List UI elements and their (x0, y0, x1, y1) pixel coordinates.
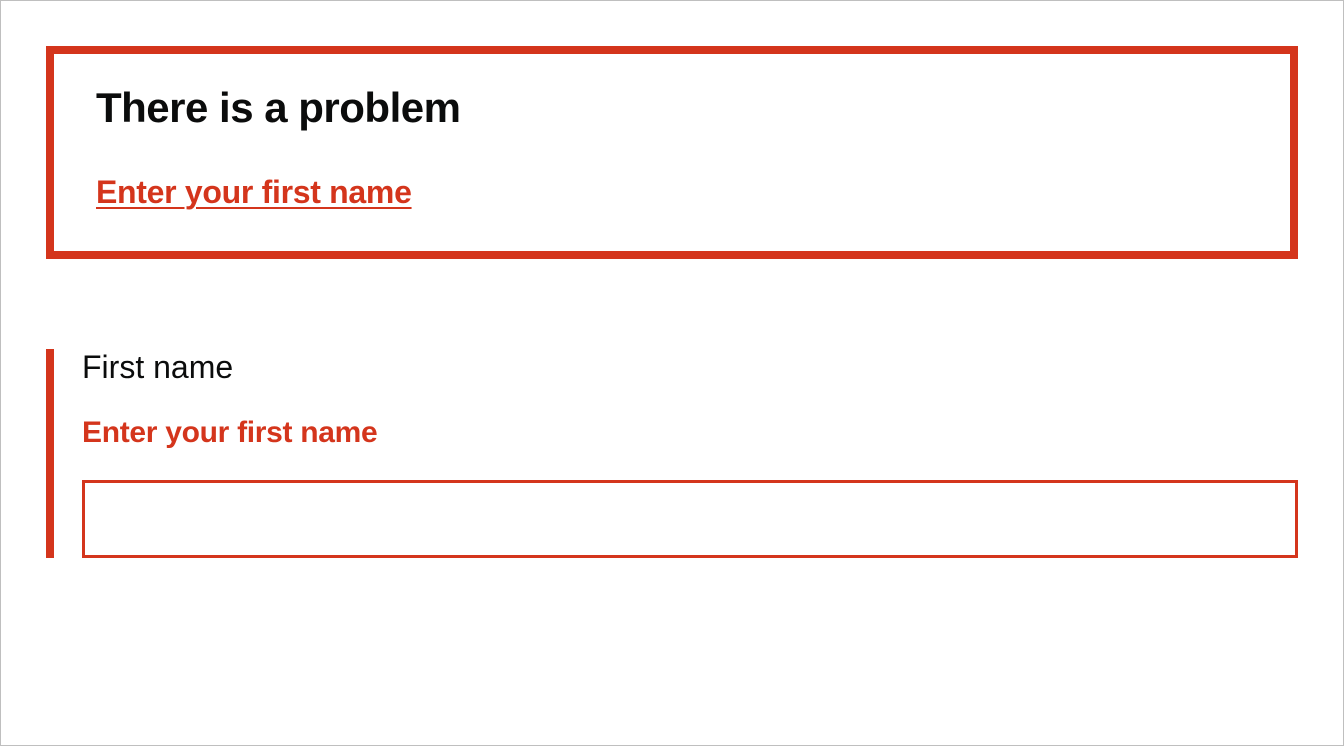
form-group-first-name: First name Enter your first name (46, 349, 1298, 558)
error-summary: There is a problem Enter your first name (46, 46, 1298, 259)
error-summary-link-first-name[interactable]: Enter your first name (96, 174, 412, 211)
first-name-label: First name (82, 349, 1298, 386)
error-summary-title: There is a problem (96, 84, 1248, 132)
first-name-error: Enter your first name (82, 416, 1298, 450)
first-name-input[interactable] (82, 480, 1298, 558)
